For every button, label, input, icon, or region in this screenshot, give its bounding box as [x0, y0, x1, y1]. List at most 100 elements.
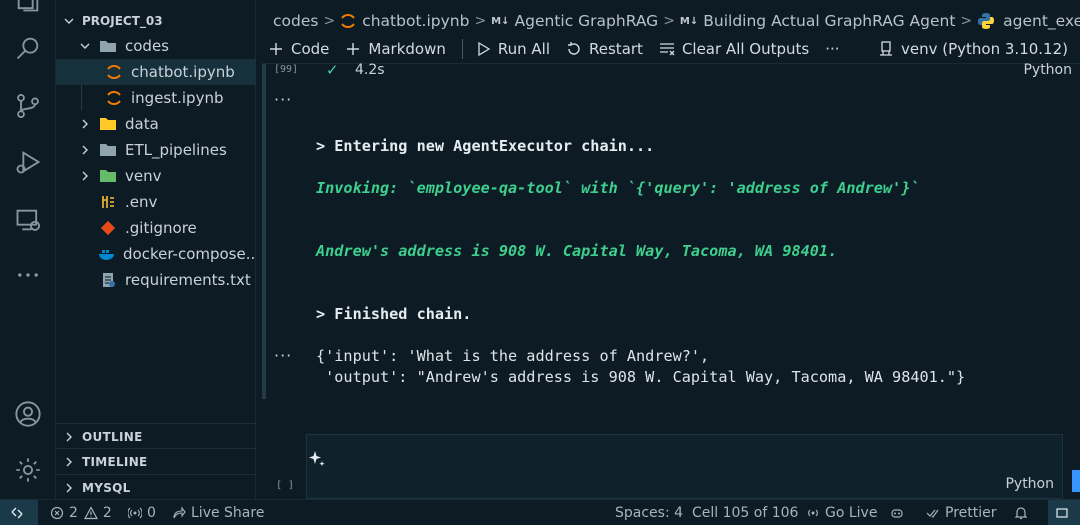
next-code-cell[interactable]: Python [306, 434, 1063, 499]
notifications-button[interactable] [1014, 500, 1033, 525]
project-folder-header[interactable]: PROJECT_03 [56, 8, 256, 34]
section-label: MYSQL [82, 480, 131, 495]
cell-position-indicator[interactable]: Cell 105 of 106 [692, 500, 798, 525]
section-label: OUTLINE [82, 429, 143, 444]
error-icon [50, 506, 64, 520]
settings-gear-icon[interactable] [0, 450, 56, 490]
chevron-right-icon: > [663, 13, 675, 29]
breadcrumb-section-1-label: Agentic GraphRAG [514, 12, 659, 30]
ports-indicator[interactable]: 0 [128, 500, 156, 525]
breadcrumb-cell[interactable]: agent_executor.invoke [977, 12, 1080, 30]
output-result-line-1: {'input': 'What is the address of Andrew… [316, 347, 710, 365]
add-code-button[interactable]: Code [268, 40, 329, 58]
output-line-entering: > Entering new AgentExecutor chain... [316, 137, 655, 155]
kernel-label: venv (Python 3.10.12) [901, 39, 1068, 58]
output-menu-button[interactable]: ··· [274, 90, 292, 109]
breadcrumb-section-2[interactable]: M↓ Building Actual GraphRAG Agent [680, 12, 955, 30]
broadcast-icon [808, 509, 818, 517]
clear-all-icon [659, 42, 675, 55]
sparkle-icon[interactable] [307, 449, 327, 469]
explorer-icon[interactable] [0, 0, 56, 20]
cell-language[interactable]: Python [1023, 62, 1072, 78]
search-icon[interactable] [0, 28, 56, 68]
mysql-section[interactable]: MYSQL [56, 474, 256, 500]
output-line-answer: Andrew's address is 908 W. Capital Way, … [316, 242, 838, 260]
jupyter-icon [104, 89, 124, 107]
folder-icon [98, 167, 118, 185]
tree-item-label: codes [125, 37, 169, 55]
chevron-right-icon [62, 430, 76, 444]
remote-explorer-icon[interactable] [0, 200, 56, 240]
double-check-icon [926, 509, 939, 518]
run-debug-icon[interactable] [0, 142, 56, 182]
chevron-right-icon: > [474, 13, 487, 29]
output-menu-button-2[interactable]: ··· [274, 346, 292, 365]
tree-item-label: docker-compose.... [123, 245, 256, 263]
prettier-button[interactable]: Prettier [926, 500, 997, 525]
tree-item-codes[interactable]: codes [56, 33, 256, 59]
tree-item-label: data [125, 115, 159, 133]
tree-item-chatbot-ipynb[interactable]: chatbot.ipynb [56, 59, 256, 85]
output-line-invoking: Invoking: `employee-qa-tool` with `{'que… [316, 179, 920, 197]
tree-item-ingest-ipynb[interactable]: ingest.ipynb [56, 85, 256, 111]
section-label: TIMELINE [82, 454, 148, 469]
jupyter-icon [341, 14, 356, 28]
cell-focus-bar [262, 64, 266, 399]
restart-icon [568, 41, 580, 55]
notebook-toolbar: Code Markdown Run All Restart Clear All … [262, 34, 1080, 64]
more-views-icon[interactable] [0, 255, 56, 295]
timeline-section[interactable]: TIMELINE [56, 448, 256, 474]
tree-item-venv[interactable]: venv [56, 163, 256, 189]
bell-icon [1014, 507, 1028, 520]
tree-item-docker-compose[interactable]: docker-compose.... [56, 241, 256, 267]
problems-indicator[interactable]: 2 2 [50, 500, 112, 525]
output-result-line-2: 'output': "Andrew's address is 908 W. Ca… [316, 368, 966, 386]
outline-section[interactable]: OUTLINE [56, 423, 256, 449]
live-share-icon [173, 506, 186, 519]
add-code-label: Code [291, 39, 330, 58]
chevron-right-icon [62, 455, 76, 469]
tree-item-data[interactable]: data [56, 111, 256, 137]
feedback-icon [1055, 508, 1068, 518]
breadcrumb-file[interactable]: chatbot.ipynb [340, 12, 469, 30]
tree-item-label: .gitignore [125, 219, 197, 237]
breadcrumb-section-1[interactable]: M↓ Agentic GraphRAG [491, 12, 658, 30]
add-markdown-button[interactable]: Markdown [345, 40, 446, 58]
account-icon[interactable] [0, 394, 56, 434]
tree-item-etl-pipelines[interactable]: ETL_pipelines [56, 137, 256, 163]
tree-item-label: .env [125, 193, 158, 211]
tree-item-label: ingest.ipynb [131, 89, 224, 107]
plus-icon [347, 42, 360, 55]
clear-outputs-button[interactable]: Clear All Outputs [659, 40, 809, 58]
chevron-right-icon: > [960, 13, 973, 29]
more-actions-button[interactable]: ··· [825, 40, 839, 58]
run-all-button[interactable]: Run All [475, 40, 550, 58]
go-live-label: Go Live [825, 505, 878, 521]
next-cell-language[interactable]: Python [1005, 476, 1054, 492]
tree-item-label: chatbot.ipynb [131, 63, 235, 81]
go-live-button[interactable]: Go Live [806, 500, 877, 525]
indentation-indicator[interactable]: Spaces: 4 [615, 500, 683, 525]
restart-button[interactable]: Restart [566, 40, 643, 58]
chevron-down-icon [78, 39, 92, 53]
account-status-button[interactable] [1048, 500, 1080, 525]
tree-item-requirements[interactable]: requirements.txt [56, 267, 256, 293]
kernel-icon [880, 40, 893, 56]
success-check-icon: ✓ [326, 61, 339, 79]
toolbar-divider [461, 38, 463, 59]
kernel-picker[interactable]: venv (Python 3.10.12) [878, 40, 1068, 58]
live-share-button[interactable]: Live Share [172, 500, 264, 525]
chevron-right-icon [78, 169, 92, 183]
warning-count: 2 [102, 505, 112, 521]
explorer-sidebar: PROJECT_03 codes chatbot.ipynb ingest.ip… [56, 0, 256, 499]
tree-item-gitignore[interactable]: .gitignore [56, 215, 256, 241]
remote-indicator[interactable] [0, 500, 38, 525]
copilot-button[interactable] [890, 500, 909, 525]
folder-icon [98, 115, 118, 133]
scrollbar-marker[interactable] [1072, 470, 1080, 492]
tree-item-env[interactable]: .env [56, 189, 256, 215]
source-control-icon[interactable] [0, 86, 56, 126]
prettier-label: Prettier [945, 505, 997, 521]
breadcrumb-codes[interactable]: codes [273, 12, 318, 30]
folder-icon [98, 141, 118, 159]
